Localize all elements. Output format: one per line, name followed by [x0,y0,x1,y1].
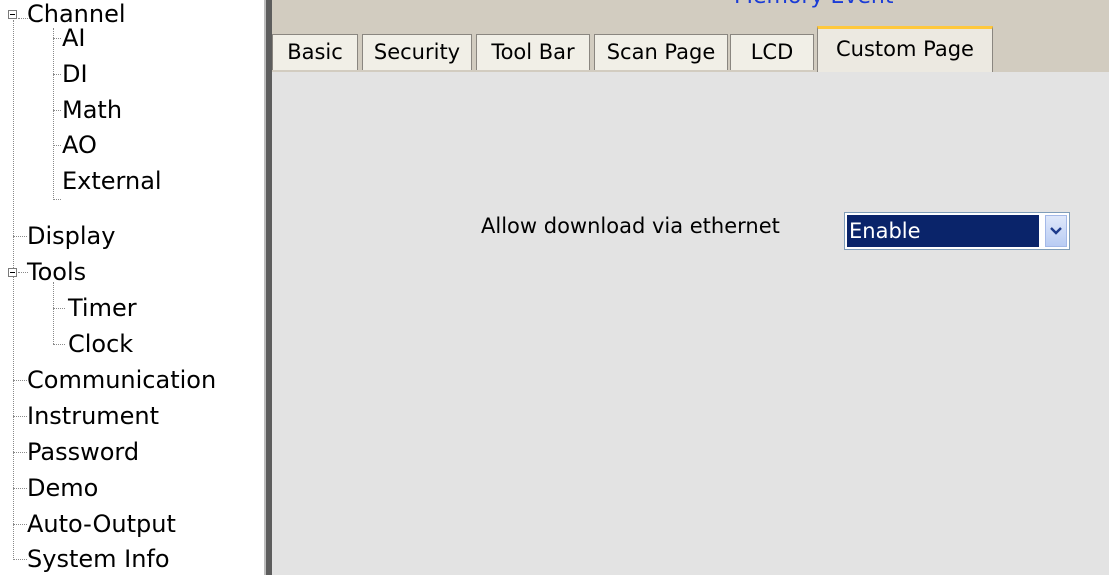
settings-tree: Channel AI DI Math AO External Display T… [0,0,264,575]
tree-item-label: Auto-Output [27,510,176,538]
tree-item-label: Instrument [27,402,160,430]
tree-connector [53,308,65,309]
tree-item-label: Timer [68,294,137,322]
tree-connector [13,524,27,525]
tree-connector [13,488,27,489]
tree-item-ai[interactable]: AI [0,20,264,56]
tree-item-label: System Info [27,545,170,573]
tree-item-label: Math [62,96,123,124]
tree-item-demo[interactable]: Demo [0,470,264,506]
tree-item-label: Password [27,438,140,466]
tree-connector [53,344,65,345]
tree-item-system-info[interactable]: System Info [0,541,264,575]
tree-item-display[interactable]: Display [0,218,264,254]
tree-item-label: Demo [27,474,99,502]
window-title-strip: Memory Event [272,0,1109,8]
tree-item-label: Display [27,222,116,250]
tree-item-instrument[interactable]: Instrument [0,398,264,434]
collapse-icon[interactable] [8,268,17,277]
chevron-down-icon [1050,227,1062,235]
download-via-ethernet-select[interactable]: Enable [844,212,1070,250]
tree-connector [53,145,61,146]
tree-connector [13,236,27,237]
download-via-ethernet-value: Enable [847,215,1039,247]
pane-splitter[interactable] [264,0,272,575]
tree-item-timer[interactable]: Timer [0,290,264,326]
tree-item-clock[interactable]: Clock [0,326,264,362]
tree-item-label: DI [62,60,88,88]
tab-scan-page[interactable]: Scan Page [594,34,728,70]
tree-connector [13,380,27,381]
tree-item-communication[interactable]: Communication [0,362,264,398]
tab-custom-page[interactable]: Custom Page [817,26,993,72]
tree-item-external[interactable]: External [0,167,264,217]
tree-item-password[interactable]: Password [0,434,264,470]
tree-item-label: External [62,167,162,195]
tree-item-ao[interactable]: AO [0,127,264,163]
dropdown-arrow-button[interactable] [1045,215,1067,247]
tab-security[interactable]: Security [362,34,472,70]
collapse-icon[interactable] [8,10,17,19]
tree-connector [53,110,61,111]
tree-connector [13,452,27,453]
tree-connector [53,38,61,39]
tree-connector [13,416,27,417]
tree-item-label: Communication [27,366,217,394]
tree-item-label: Clock [68,330,134,358]
tree-item-math[interactable]: Math [0,92,264,128]
tree-item-label: Tools [27,258,87,286]
tab-lcd[interactable]: LCD [730,34,814,70]
tree-item-label: AO [62,131,97,159]
tree-item-auto-output[interactable]: Auto-Output [0,506,264,542]
tab-basic[interactable]: Basic [272,34,358,70]
tab-tool-bar[interactable]: Tool Bar [476,34,590,70]
settings-panel: Memory Event Basic Security Tool Bar Sca… [272,0,1109,575]
tree-item-label: AI [62,24,86,52]
tree-item-di[interactable]: DI [0,56,264,92]
tab-bar: Basic Security Tool Bar Scan Page LCD Cu… [272,8,1109,72]
tree-connector [13,559,27,560]
window-title: Memory Event [734,0,894,8]
tree-item-tools[interactable]: Tools [0,254,264,290]
tree-connector [53,199,61,200]
custom-page-content: Allow download via ethernet Enable [272,72,1109,575]
download-via-ethernet-label: Allow download via ethernet [481,214,780,238]
tree-connector [53,74,61,75]
